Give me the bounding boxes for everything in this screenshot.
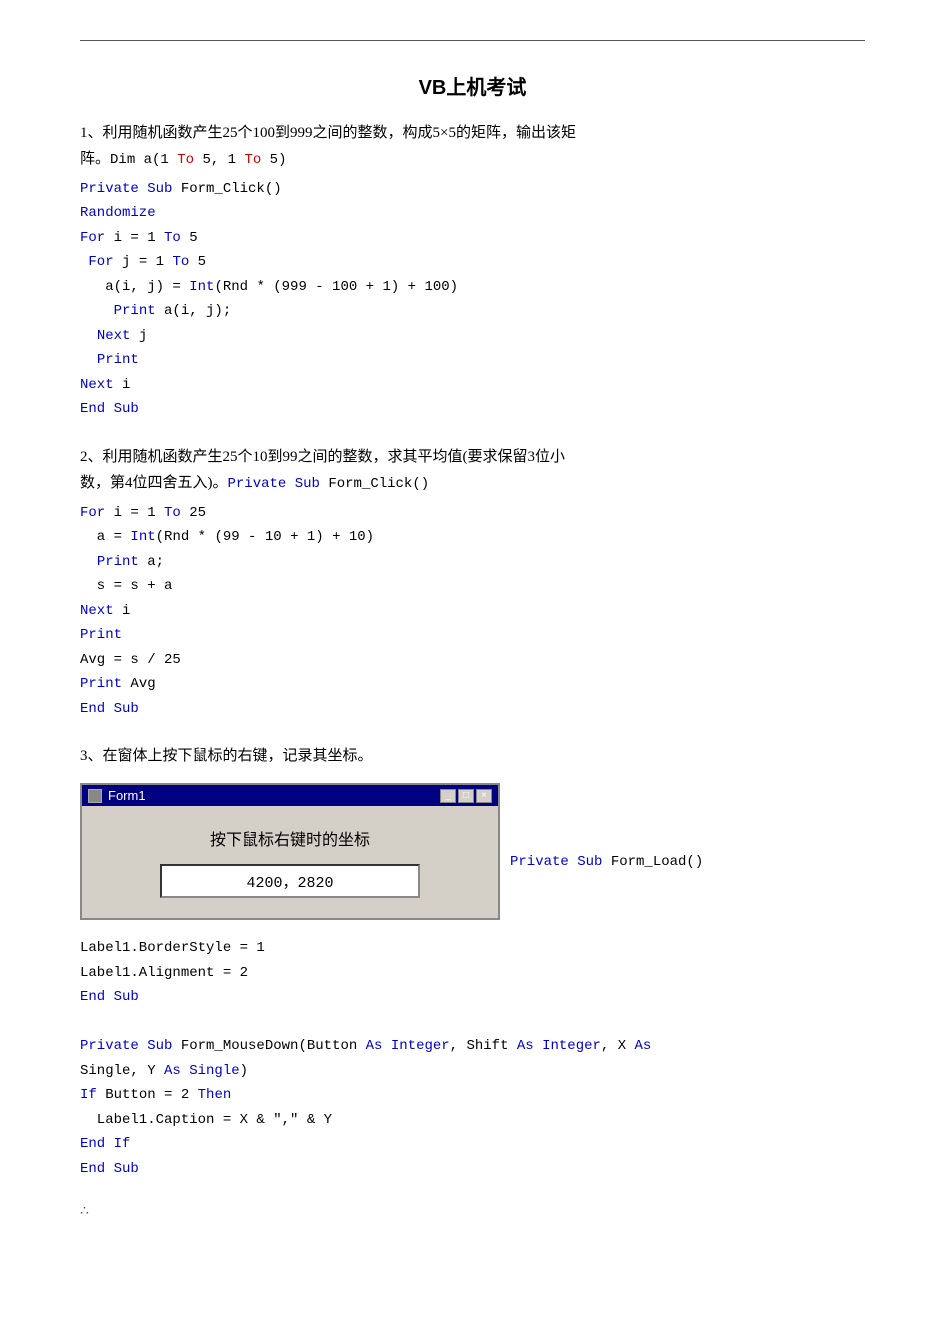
section-2-code: For i = 1 To 25 a = Int(Rnd * (99 - 10 +… — [80, 501, 865, 722]
section-2: 2、利用随机函数产生25个10到99之间的整数，求其平均值(要求保留3位小数，第… — [80, 444, 865, 721]
section-2-desc: 2、利用随机函数产生25个10到99之间的整数，求其平均值(要求保留3位小数，第… — [80, 444, 865, 497]
section-1-desc: 1、利用随机函数产生25个100到999之间的整数，构成5×5的矩阵，输出该矩阵… — [80, 120, 865, 173]
top-divider — [80, 40, 865, 41]
window-label: 按下鼠标右键时的坐标 — [210, 826, 370, 850]
section-3-code: Label1.BorderStyle = 1 Label1.Alignment … — [80, 936, 865, 1181]
maximize-button[interactable]: □ — [458, 789, 474, 803]
page-title: VB上机考试 — [80, 71, 865, 100]
section-1: 1、利用随机函数产生25个100到999之间的整数，构成5×5的矩阵，输出该矩阵… — [80, 120, 865, 422]
footer-dot: ∴ — [80, 1203, 865, 1220]
titlebar-icon — [88, 789, 102, 803]
section-1-code: Private Sub Form_Click() Randomize For i… — [80, 177, 865, 422]
window-titlebar: Form1 _ □ × — [82, 785, 498, 806]
after-window-inline: Private Sub Form_Load() — [510, 773, 703, 870]
window-screenshot: Form1 _ □ × 按下鼠标右键时的坐标 4200，2820 — [80, 783, 500, 920]
window-controls: _ □ × — [440, 789, 492, 803]
section-3-desc: 3、在窗体上按下鼠标的右键，记录其坐标。 — [80, 743, 865, 769]
titlebar-left: Form1 — [88, 788, 146, 803]
minimize-button[interactable]: _ — [440, 789, 456, 803]
window-value: 4200，2820 — [160, 864, 420, 898]
window-title: Form1 — [108, 788, 146, 803]
section-3: 3、在窗体上按下鼠标的右键，记录其坐标。 Form1 _ □ × 按下鼠标右键时… — [80, 743, 865, 1181]
close-button[interactable]: × — [476, 789, 492, 803]
window-body: 按下鼠标右键时的坐标 4200，2820 — [82, 806, 498, 918]
